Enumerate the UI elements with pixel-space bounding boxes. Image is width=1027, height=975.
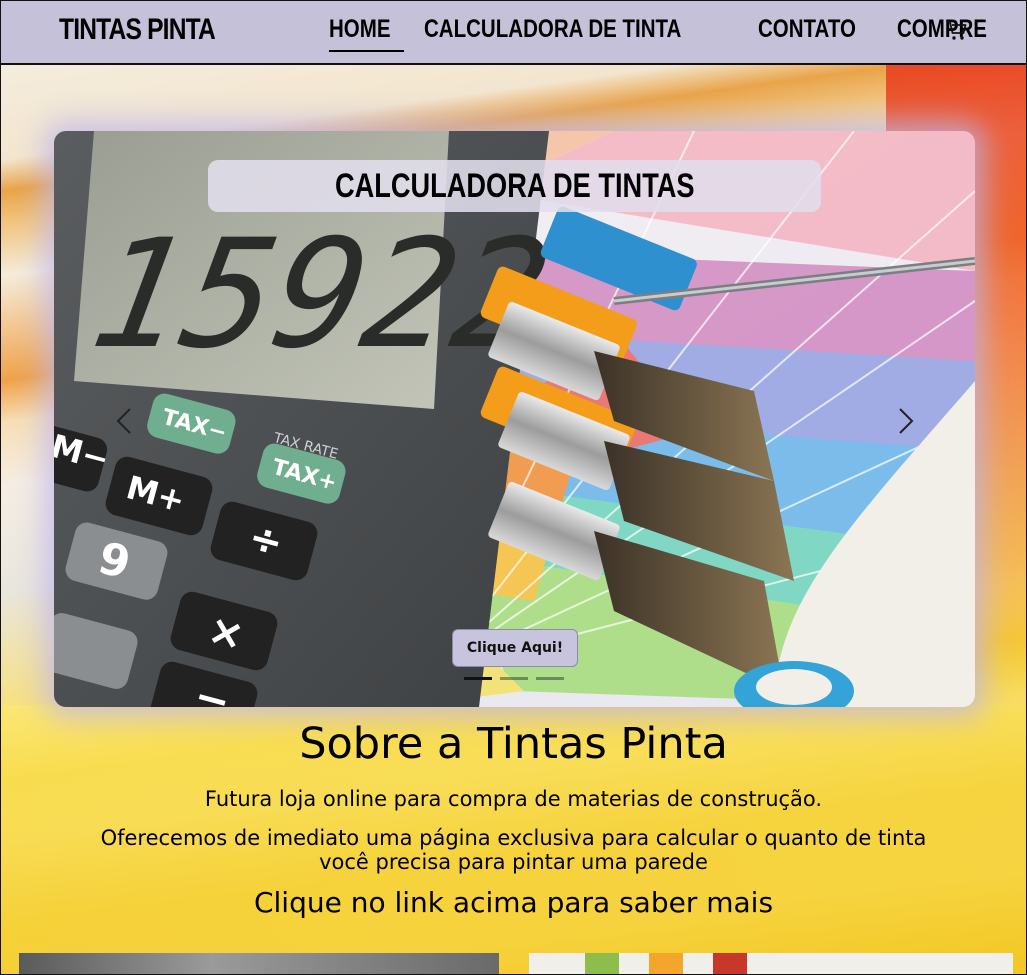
nav-item-contato[interactable]: CONTATO bbox=[758, 15, 877, 52]
carousel-indicator[interactable] bbox=[536, 677, 564, 680]
hero-carousel: 15922. TAX− TAX+ M+ ÷ 9 × − M− TAX RATE … bbox=[54, 131, 975, 707]
slide-title-box: CALCULADORA DE TINTAS bbox=[208, 160, 821, 212]
clique-aqui-button[interactable]: Clique Aqui! bbox=[452, 629, 578, 667]
chevron-left-icon[interactable] bbox=[110, 401, 140, 441]
color-swatch bbox=[649, 953, 683, 974]
page-frame: TINTAS PINTA HOME CALCULADORA DE TINTA C… bbox=[0, 0, 1027, 975]
about-offer-line-2: você precisa para pintar uma parede bbox=[319, 850, 708, 874]
product-card-image[interactable] bbox=[529, 953, 1013, 974]
carousel-indicator[interactable] bbox=[500, 677, 528, 680]
carousel-indicators bbox=[464, 677, 564, 680]
about-title: Sobre a Tintas Pinta bbox=[299, 719, 728, 769]
color-swatch bbox=[585, 953, 619, 974]
product-card-image[interactable] bbox=[19, 953, 499, 974]
about-offer-line-1: Oferecemos de imediato uma página exclus… bbox=[100, 826, 927, 850]
navbar: TINTAS PINTA HOME CALCULADORA DE TINTA C… bbox=[1, 1, 1026, 65]
slide-image: 15922. TAX− TAX+ M+ ÷ 9 × − M− TAX RATE bbox=[54, 131, 975, 707]
nav-menu: HOME CALCULADORA DE TINTA CONTATO COMPRE bbox=[329, 15, 1026, 52]
about-cta-text: Clique no link acima para saber mais bbox=[253, 886, 774, 919]
cart-icon[interactable] bbox=[945, 19, 969, 43]
slide-title: CALCULADORA DE TINTAS bbox=[334, 166, 695, 205]
about-description: Futura loja online para compra de materi… bbox=[204, 787, 823, 811]
nav-item-calculadora[interactable]: CALCULADORA DE TINTA bbox=[424, 15, 738, 52]
color-swatch bbox=[713, 953, 747, 974]
chevron-right-icon[interactable] bbox=[890, 401, 920, 441]
carousel-indicator[interactable] bbox=[464, 677, 492, 680]
brand-logo[interactable]: TINTAS PINTA bbox=[59, 13, 216, 47]
nav-item-home[interactable]: HOME bbox=[329, 15, 404, 52]
